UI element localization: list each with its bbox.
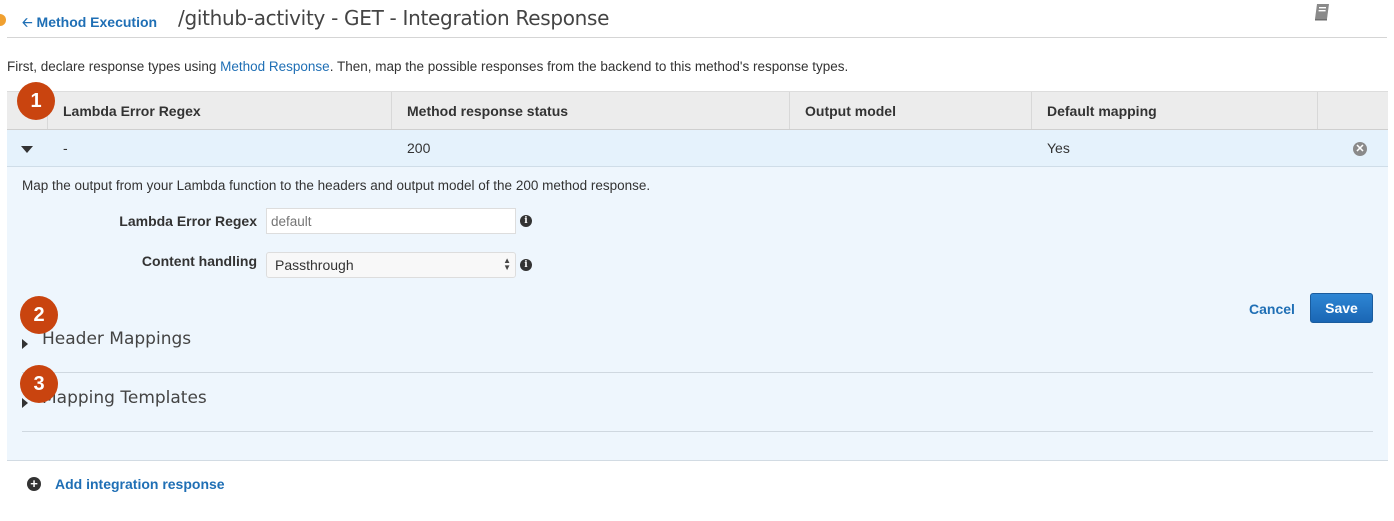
step-badge-3: 3 bbox=[20, 365, 58, 403]
status-dot bbox=[0, 14, 6, 26]
plus-circle-icon[interactable]: + bbox=[27, 477, 41, 491]
cell-lambda-error-regex: - bbox=[63, 140, 68, 156]
info-icon[interactable]: i bbox=[520, 215, 532, 227]
table-header: Lambda Error Regex Method response statu… bbox=[7, 91, 1388, 130]
header-mappings-section[interactable]: Header Mappings bbox=[22, 314, 1373, 373]
mapping-templates-section[interactable]: Mapping Templates bbox=[22, 373, 1373, 432]
arrow-left-icon: 🡠 bbox=[22, 15, 33, 30]
cell-method-response-status: 200 bbox=[407, 140, 431, 156]
caret-down-icon[interactable] bbox=[21, 145, 33, 153]
caret-right-icon[interactable] bbox=[22, 339, 28, 349]
intro-prefix: First, declare response types using bbox=[7, 59, 221, 74]
method-response-link[interactable]: Method Response bbox=[220, 59, 330, 74]
back-link-label: Method Execution bbox=[36, 14, 158, 30]
add-integration-response-link[interactable]: Add integration response bbox=[55, 476, 225, 492]
cell-default-mapping: Yes bbox=[1047, 140, 1070, 156]
column-header-actions bbox=[1318, 92, 1388, 129]
detail-description: Map the output from your Lambda function… bbox=[22, 178, 651, 193]
book-icon[interactable] bbox=[1312, 2, 1332, 22]
column-header-lambda-error-regex: Lambda Error Regex bbox=[48, 92, 392, 129]
column-header-default-mapping: Default mapping bbox=[1032, 92, 1318, 129]
mapping-templates-title[interactable]: Mapping Templates bbox=[42, 388, 207, 408]
select-arrows-icon: ▲ ▼ bbox=[503, 256, 511, 272]
remove-circle-icon[interactable]: ✕ bbox=[1353, 142, 1367, 157]
content-handling-selected: Passthrough bbox=[275, 257, 354, 273]
content-handling-select[interactable]: Passthrough ▲ ▼ bbox=[266, 252, 516, 278]
integration-response-detail-panel: Map the output from your Lambda function… bbox=[7, 167, 1388, 461]
lambda-error-regex-label: Lambda Error Regex bbox=[119, 213, 257, 229]
page-title: /github-activity - GET - Integration Res… bbox=[178, 6, 610, 30]
lambda-error-regex-input[interactable] bbox=[266, 208, 516, 234]
content-handling-label: Content handling bbox=[141, 253, 257, 269]
info-icon[interactable]: i bbox=[520, 259, 532, 271]
header-mappings-title[interactable]: Header Mappings bbox=[42, 329, 191, 349]
intro-text: First, declare response types using Meth… bbox=[7, 59, 848, 74]
step-badge-2: 2 bbox=[20, 296, 58, 334]
column-header-method-response-status: Method response status bbox=[392, 92, 790, 129]
column-header-output-model: Output model bbox=[790, 92, 1032, 129]
table-row[interactable]: - 200 Yes ✕ bbox=[7, 130, 1388, 167]
row-toggle[interactable] bbox=[7, 130, 48, 166]
page-header: 🡠 Method Execution /github-activity - GET… bbox=[7, 0, 1387, 38]
cell-actions: ✕ bbox=[1318, 130, 1388, 166]
lambda-error-regex-row: Lambda Error Regex i bbox=[7, 208, 607, 234]
integration-response-table: Lambda Error Regex Method response statu… bbox=[7, 91, 1388, 167]
intro-suffix: . Then, map the possible responses from … bbox=[329, 59, 849, 74]
back-to-method-execution-link[interactable]: 🡠 Method Execution bbox=[22, 14, 157, 36]
content-handling-row: Content handling Passthrough ▲ ▼ i bbox=[7, 252, 607, 278]
step-badge-1: 1 bbox=[17, 82, 55, 120]
cell-output-model bbox=[790, 130, 1032, 166]
